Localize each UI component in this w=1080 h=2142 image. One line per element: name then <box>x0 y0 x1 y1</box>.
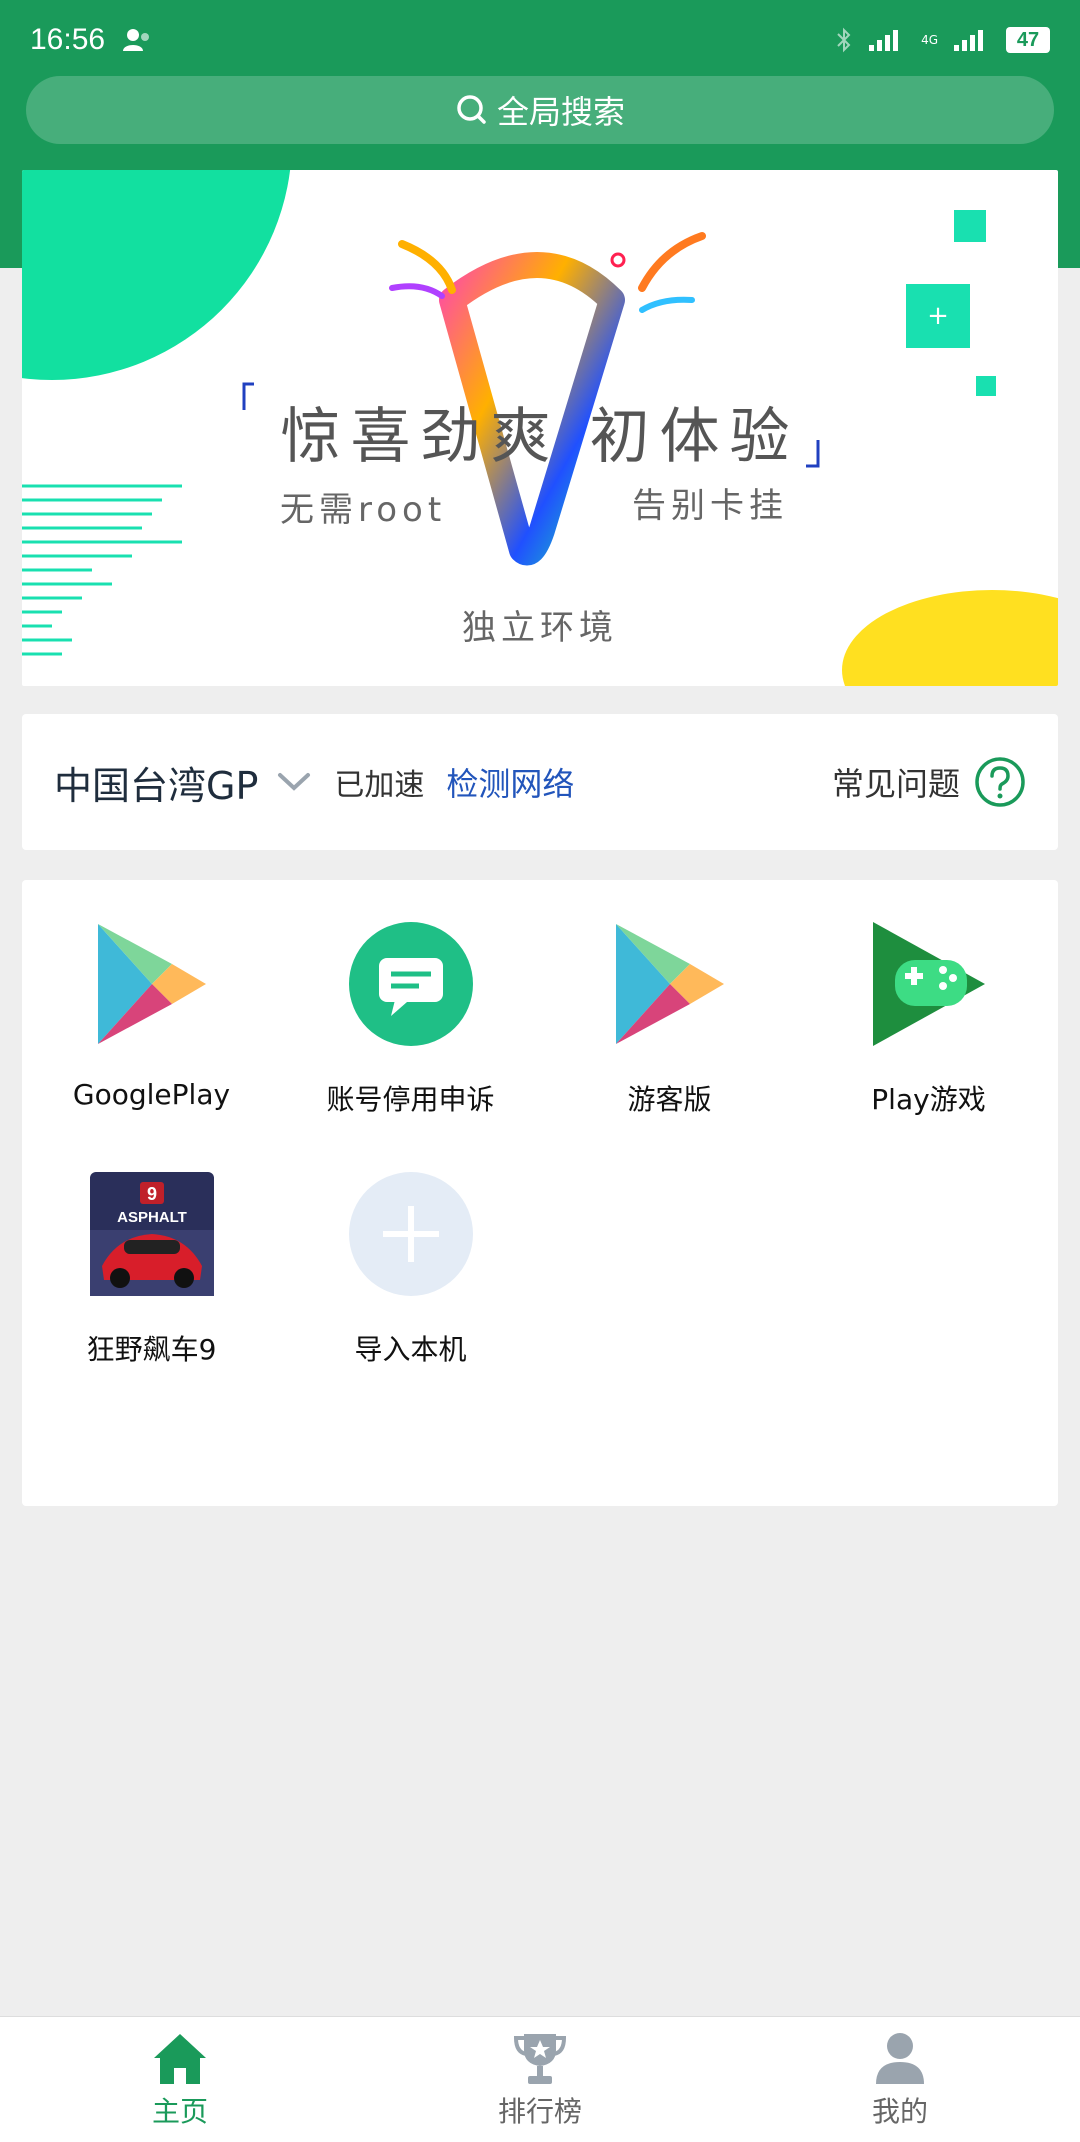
home-icon <box>154 2033 206 2084</box>
bottom-nav: 主页 排行榜 我的 <box>0 2016 1080 2142</box>
app-tile-googleplay[interactable]: GooglePlay <box>22 920 281 1111</box>
bluetooth-icon <box>837 27 851 53</box>
global-search-bar[interactable]: 全局搜索 <box>26 76 1054 144</box>
search-icon <box>457 95 486 124</box>
signal-icon <box>869 30 899 51</box>
nav-label: 排行榜 <box>497 2094 582 2128</box>
network-type: 4G <box>921 33 938 47</box>
asphalt-9-icon: 9 ASPHALT <box>89 1172 214 1296</box>
signal-icon-2 <box>954 30 983 51</box>
app-tile-guest[interactable]: 游客版 <box>540 920 799 1118</box>
faq-label: 常见问题 <box>831 765 960 803</box>
google-play-icon <box>97 924 206 1044</box>
app-label: 狂野飙车9 <box>86 1333 217 1366</box>
app-label: Play游戏 <box>871 1083 986 1116</box>
detect-network-link[interactable]: 检测网络 <box>446 759 574 805</box>
nav-ranking[interactable]: 排行榜 <box>360 2017 720 2142</box>
app-label: 游客版 <box>627 1083 712 1116</box>
nav-label: 主页 <box>151 2094 208 2128</box>
app-tile-asphalt9[interactable]: 9 ASPHALT 狂野飙车9 <box>22 1170 281 1368</box>
person-icon <box>876 2032 924 2084</box>
help-icon <box>975 757 1025 807</box>
banner-subtitle-bottom: 独立环境 <box>462 608 618 648</box>
chevron-down-icon[interactable] <box>276 771 312 793</box>
region-card: 中国台湾GP 已加速 检测网络 常见问题 <box>22 714 1058 850</box>
apps-panel: GooglePlay 账号停用申诉 游客版 Play游戏 9 ASPHALT 狂… <box>22 880 1058 1506</box>
app-tile-play-games[interactable]: Play游戏 <box>799 920 1058 1118</box>
status-time: 16:56 <box>30 23 106 56</box>
app-label: GooglePlay <box>72 1078 231 1111</box>
search-label: 全局搜索 <box>496 93 625 131</box>
battery-indicator: 47 <box>1006 27 1050 53</box>
acceleration-status: 已加速 <box>334 768 425 803</box>
svg-text:9: 9 <box>146 1184 156 1204</box>
svg-text:+: + <box>927 301 949 331</box>
status-bar: 16:56 4G 47 <box>0 0 1080 80</box>
chat-bubble-icon <box>348 922 473 1046</box>
banner-subtitle-left: 无需root <box>280 490 447 530</box>
nav-home[interactable]: 主页 <box>0 2017 360 2142</box>
google-play-icon <box>615 924 724 1044</box>
contacts-icon <box>123 29 150 51</box>
nav-label: 我的 <box>871 2094 928 2128</box>
play-games-icon <box>872 922 985 1046</box>
banner-title: 惊喜劲爽 初体验 <box>280 402 800 472</box>
faq-button[interactable]: 常见问题 <box>832 756 1026 808</box>
plus-icon <box>348 1172 473 1296</box>
app-label: 导入本机 <box>354 1333 467 1366</box>
trophy-icon <box>513 2033 567 2084</box>
region-selector[interactable]: 中国台湾GP <box>54 755 258 810</box>
app-tile-account-appeal[interactable]: 账号停用申诉 <box>281 920 540 1118</box>
app-label: 账号停用申诉 <box>326 1083 495 1116</box>
asphalt-logo-text: ASPHALT <box>117 1209 187 1226</box>
app-tile-import[interactable]: 导入本机 <box>281 1170 540 1368</box>
banner-subtitle-right: 告别卡挂 <box>632 486 788 526</box>
nav-profile[interactable]: 我的 <box>720 2017 1080 2142</box>
promo-banner[interactable]: + 惊喜劲爽 初体验 无需root 告别卡挂 独立环境 <box>22 170 1058 686</box>
